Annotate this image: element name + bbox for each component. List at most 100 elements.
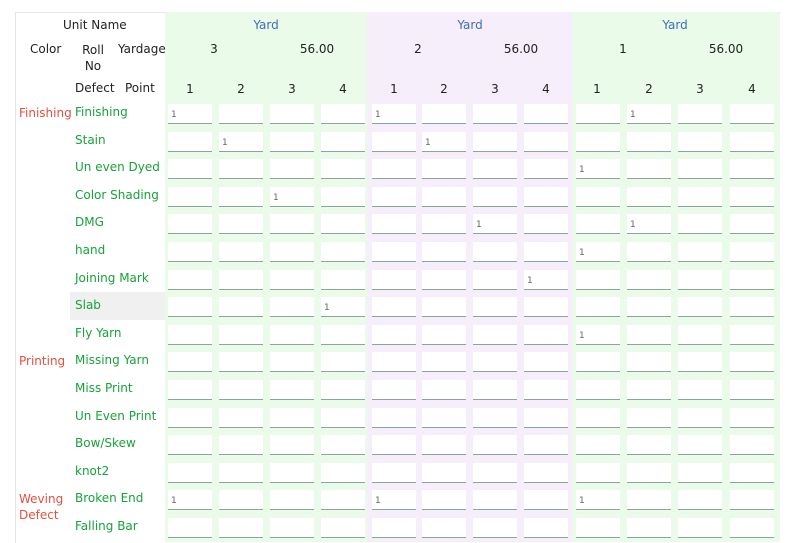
point-input[interactable] [270,159,314,180]
point-input[interactable] [524,380,568,400]
point-input[interactable] [321,352,365,373]
point-input[interactable] [576,380,620,400]
point-input[interactable] [422,407,466,428]
point-input[interactable] [576,518,620,538]
point-input[interactable] [372,186,416,207]
point-input[interactable] [473,159,517,180]
point-input[interactable] [372,407,416,428]
point-input[interactable] [270,297,314,318]
point-input[interactable]: 1 [168,104,212,124]
point-input[interactable] [730,186,774,207]
point-input[interactable] [219,352,263,373]
point-input[interactable] [473,407,517,428]
point-input[interactable] [372,435,416,456]
point-input[interactable] [730,104,774,124]
point-input[interactable]: 1 [219,131,263,152]
point-input[interactable] [678,214,722,235]
point-input[interactable] [730,407,774,428]
point-input[interactable]: 1 [576,159,620,180]
point-input[interactable] [270,518,314,538]
point-input[interactable] [730,435,774,456]
point-input[interactable] [321,490,365,511]
point-input[interactable] [627,380,671,400]
point-input[interactable] [219,490,263,511]
point-input[interactable] [321,242,365,262]
point-input[interactable]: 1 [422,131,466,152]
point-input[interactable] [678,269,722,290]
point-input[interactable] [372,269,416,290]
point-input[interactable] [422,490,466,511]
point-input[interactable] [372,214,416,235]
point-input[interactable] [168,159,212,180]
point-input[interactable] [321,104,365,124]
point-input[interactable] [524,352,568,373]
point-input[interactable] [678,352,722,373]
point-input[interactable] [678,435,722,456]
point-input[interactable] [730,518,774,538]
point-input[interactable] [270,131,314,152]
point-input[interactable] [219,104,263,124]
point-input[interactable] [678,242,722,262]
point-input[interactable] [219,242,263,262]
point-input[interactable] [219,159,263,180]
point-input[interactable] [524,159,568,180]
point-input[interactable] [270,104,314,124]
point-input[interactable] [473,490,517,511]
point-input[interactable] [730,352,774,373]
point-input[interactable] [627,352,671,373]
point-input[interactable] [219,380,263,400]
point-input[interactable] [627,490,671,511]
point-input[interactable] [270,435,314,456]
point-input[interactable] [422,186,466,207]
point-input[interactable] [730,324,774,345]
point-input[interactable] [422,104,466,124]
point-input[interactable] [422,159,466,180]
point-input[interactable] [372,462,416,483]
point-input[interactable] [321,131,365,152]
point-input[interactable] [678,324,722,345]
point-input[interactable] [576,297,620,318]
point-input[interactable] [219,462,263,483]
point-input[interactable] [627,186,671,207]
point-input[interactable] [473,269,517,290]
point-input[interactable] [524,131,568,152]
point-input[interactable] [730,242,774,262]
point-input[interactable] [627,324,671,345]
point-input[interactable] [270,269,314,290]
point-input[interactable]: 1 [270,186,314,207]
point-input[interactable] [270,214,314,235]
point-input[interactable]: 1 [321,297,365,318]
point-input[interactable] [219,407,263,428]
point-input[interactable] [270,242,314,262]
point-input[interactable] [422,462,466,483]
point-input[interactable] [270,490,314,511]
point-input[interactable] [168,242,212,262]
point-input[interactable] [219,269,263,290]
point-input[interactable] [270,380,314,400]
point-input[interactable] [372,324,416,345]
point-input[interactable] [321,407,365,428]
point-input[interactable] [473,435,517,456]
point-input[interactable] [372,159,416,180]
point-input[interactable] [576,352,620,373]
point-input[interactable] [168,407,212,428]
point-input[interactable] [524,297,568,318]
point-input[interactable] [473,518,517,538]
point-input[interactable] [730,131,774,152]
point-input[interactable]: 1 [627,104,671,124]
point-input[interactable]: 1 [627,214,671,235]
point-input[interactable] [422,380,466,400]
point-input[interactable] [730,269,774,290]
point-input[interactable] [576,435,620,456]
point-input[interactable] [422,324,466,345]
point-input[interactable] [168,131,212,152]
point-input[interactable] [270,352,314,373]
point-input[interactable] [473,297,517,318]
point-input[interactable] [168,435,212,456]
point-input[interactable] [576,104,620,124]
point-input[interactable] [219,186,263,207]
point-input[interactable] [473,131,517,152]
point-input[interactable] [473,186,517,207]
point-input[interactable]: 1 [576,242,620,262]
point-input[interactable] [372,242,416,262]
